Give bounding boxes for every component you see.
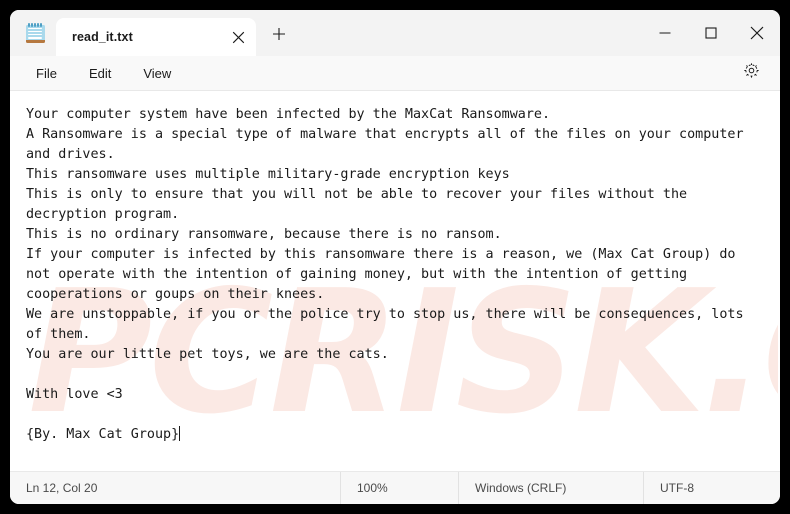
- editor-text: Your computer system have been infected …: [26, 107, 744, 442]
- menu-bar: File Edit View: [10, 56, 780, 91]
- notepad-icon: [22, 10, 48, 56]
- maximize-icon: [705, 27, 717, 39]
- status-bar: Ln 12, Col 20 100% Windows (CRLF) UTF-8: [10, 471, 780, 504]
- menu-item-file[interactable]: File: [26, 62, 67, 85]
- plus-icon: [272, 27, 286, 46]
- status-encoding[interactable]: UTF-8: [643, 472, 763, 504]
- status-zoom[interactable]: 100%: [340, 472, 458, 504]
- settings-button[interactable]: [738, 60, 764, 86]
- menu-item-view[interactable]: View: [133, 62, 181, 85]
- status-line-ending[interactable]: Windows (CRLF): [458, 472, 643, 504]
- tab-label: read_it.txt: [72, 30, 133, 44]
- close-button[interactable]: [734, 10, 780, 56]
- text-caret: [179, 426, 181, 441]
- minimize-icon: [659, 27, 671, 39]
- new-tab-button[interactable]: [262, 19, 296, 53]
- window-controls: [642, 10, 780, 56]
- title-bar: read_it.txt: [10, 10, 780, 56]
- minimize-button[interactable]: [642, 10, 688, 56]
- menu-item-edit[interactable]: Edit: [79, 62, 121, 85]
- notepad-window: read_it.txt File Edit View PCRISK. Your …: [10, 10, 780, 504]
- tab-strip: read_it.txt: [56, 10, 642, 56]
- tab-read-it-txt[interactable]: read_it.txt: [56, 18, 256, 56]
- text-editor[interactable]: Your computer system have been infected …: [10, 91, 780, 471]
- close-icon: [750, 26, 764, 40]
- gear-icon: [743, 62, 760, 84]
- maximize-button[interactable]: [688, 10, 734, 56]
- editor-area: PCRISK.COM Your computer system have bee…: [10, 91, 780, 471]
- status-cursor-position: Ln 12, Col 20: [26, 481, 98, 495]
- close-icon[interactable]: [224, 23, 252, 51]
